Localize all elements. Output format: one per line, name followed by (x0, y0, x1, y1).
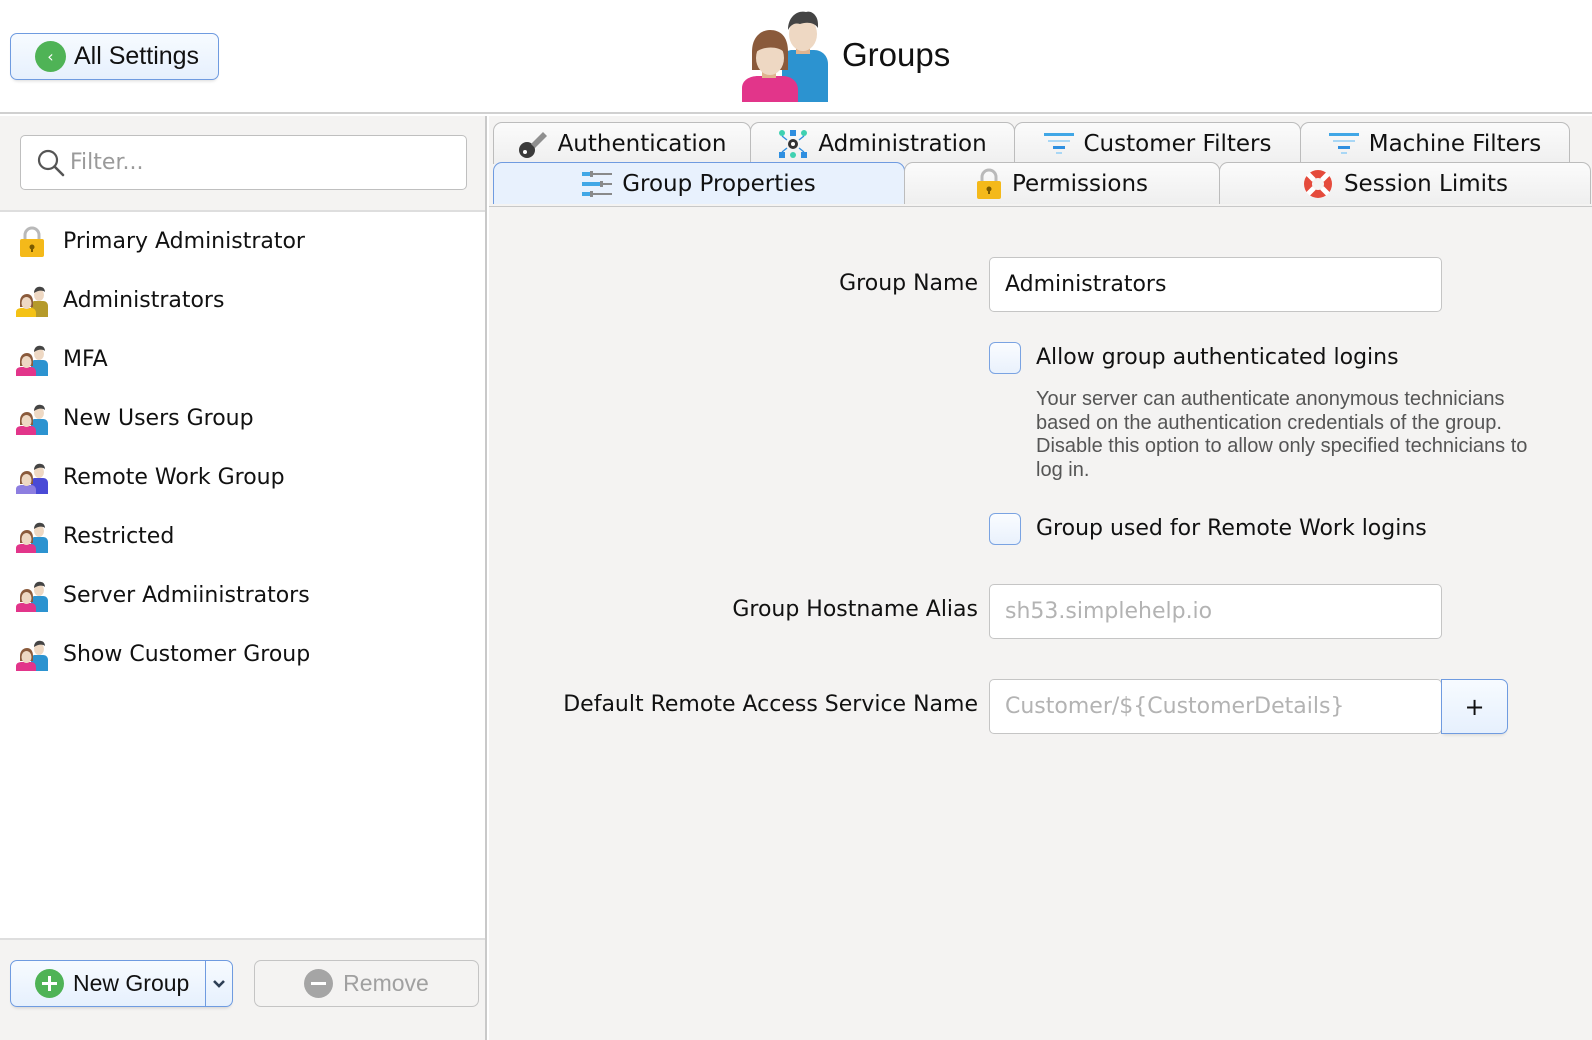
tab-row-1: Authentication Administration Customer F… (493, 122, 1570, 164)
filter-input[interactable] (70, 150, 450, 175)
allow-group-auth-checkbox[interactable] (989, 342, 1021, 374)
group-list-item-administrators[interactable]: Administrators (0, 271, 485, 330)
groups-icon (742, 11, 828, 102)
remove-button[interactable]: Remove (254, 960, 479, 1007)
page-title: Groups (842, 36, 951, 73)
filter-icon (1043, 131, 1074, 157)
tab-label: Administration (818, 130, 987, 157)
service-name-input[interactable] (989, 679, 1442, 734)
chevron-down-icon (213, 979, 225, 988)
add-variable-button[interactable]: + (1441, 679, 1508, 734)
tab-label: Customer Filters (1083, 130, 1272, 157)
group-label: MFA (63, 347, 108, 372)
group-label: New Users Group (63, 406, 254, 431)
tab-divider (489, 206, 1592, 207)
tab-label: Authentication (557, 130, 727, 157)
group-users-icon (16, 285, 48, 317)
group-list-item-show-customer-group[interactable]: Show Customer Group (0, 625, 485, 684)
group-users-icon (16, 462, 48, 494)
header: ‹ All Settings Groups (0, 0, 1592, 114)
key-icon (518, 129, 548, 159)
all-settings-button[interactable]: ‹ All Settings (10, 33, 219, 80)
tab-group-properties[interactable]: Group Properties (493, 162, 905, 204)
tab-authentication[interactable]: Authentication (493, 122, 751, 164)
group-users-icon (16, 580, 48, 612)
group-list-item-restricted[interactable]: Restricted (0, 507, 485, 566)
group-label: Administrators (63, 288, 225, 313)
tab-customer-filters[interactable]: Customer Filters (1014, 122, 1301, 164)
group-settings-panel: Authentication Administration Customer F… (489, 116, 1592, 1040)
group-label: Remote Work Group (63, 465, 285, 490)
tab-label: Machine Filters (1368, 130, 1542, 157)
group-label: Server Admiinistrators (63, 583, 310, 608)
padlock-icon (976, 168, 1002, 200)
group-name-input[interactable] (989, 257, 1442, 312)
group-users-icon (16, 344, 48, 376)
hostname-alias-input[interactable] (989, 584, 1442, 639)
allow-group-auth-help: Your server can authenticate anonymous t… (1036, 388, 1528, 481)
group-list-item-new-users-group[interactable]: New Users Group (0, 389, 485, 448)
new-group-button[interactable]: New Group (11, 961, 206, 1006)
tab-session-limits[interactable]: Session Limits (1219, 162, 1591, 204)
remove-label: Remove (343, 970, 429, 996)
tab-administration[interactable]: Administration (750, 122, 1015, 164)
lifebuoy-icon (1302, 168, 1334, 200)
remote-work-label[interactable]: Group used for Remote Work logins (1036, 516, 1427, 541)
group-list-item-mfa[interactable]: MFA (0, 330, 485, 389)
plus-circle-icon (35, 969, 64, 998)
group-list-item-primary-administrator[interactable]: Primary Administrator (0, 212, 485, 271)
tab-row-2: Group Properties Permissions Session Lim… (493, 162, 1591, 204)
group-label: Restricted (63, 524, 175, 549)
filter-icon (1328, 131, 1359, 157)
tab-machine-filters[interactable]: Machine Filters (1300, 122, 1570, 164)
remote-work-checkbox[interactable] (989, 513, 1021, 545)
tab-permissions[interactable]: Permissions (904, 162, 1220, 204)
new-group-label: New Group (73, 970, 190, 996)
page-title-wrap: Groups (740, 8, 950, 102)
search-icon (37, 149, 65, 176)
groups-sidebar: Primary Administrator Administrators MFA… (0, 116, 487, 1040)
sidebar-actions: New Group Remove (0, 938, 485, 1040)
all-settings-label: All Settings (74, 42, 200, 70)
group-users-icon (16, 639, 48, 671)
group-name-label: Group Name (839, 271, 978, 296)
back-arrow-icon: ‹ (35, 41, 66, 72)
service-name-label: Default Remote Access Service Name (563, 692, 978, 717)
group-list-item-remote-work-group[interactable]: Remote Work Group (0, 448, 485, 507)
group-list: Primary Administrator Administrators MFA… (0, 212, 485, 684)
group-users-icon (16, 521, 48, 553)
filter-area (0, 116, 485, 212)
sliders-icon (582, 170, 613, 198)
group-users-icon (16, 403, 48, 435)
new-group-split-button: New Group (10, 960, 233, 1007)
tab-label: Session Limits (1343, 170, 1509, 197)
filter-field[interactable] (20, 135, 467, 190)
group-list-item-server-administrators[interactable]: Server Admiinistrators (0, 566, 485, 625)
new-group-dropdown[interactable] (206, 961, 232, 1006)
admin-network-gear-icon (778, 129, 808, 159)
padlock-icon (16, 226, 48, 258)
minus-circle-icon (304, 969, 334, 998)
hostname-alias-label: Group Hostname Alias (732, 597, 978, 622)
group-label: Primary Administrator (63, 229, 305, 254)
allow-group-auth-label[interactable]: Allow group authenticated logins (1036, 345, 1399, 370)
group-label: Show Customer Group (63, 642, 311, 667)
tab-label: Group Properties (622, 170, 816, 197)
tab-label: Permissions (1011, 170, 1149, 197)
